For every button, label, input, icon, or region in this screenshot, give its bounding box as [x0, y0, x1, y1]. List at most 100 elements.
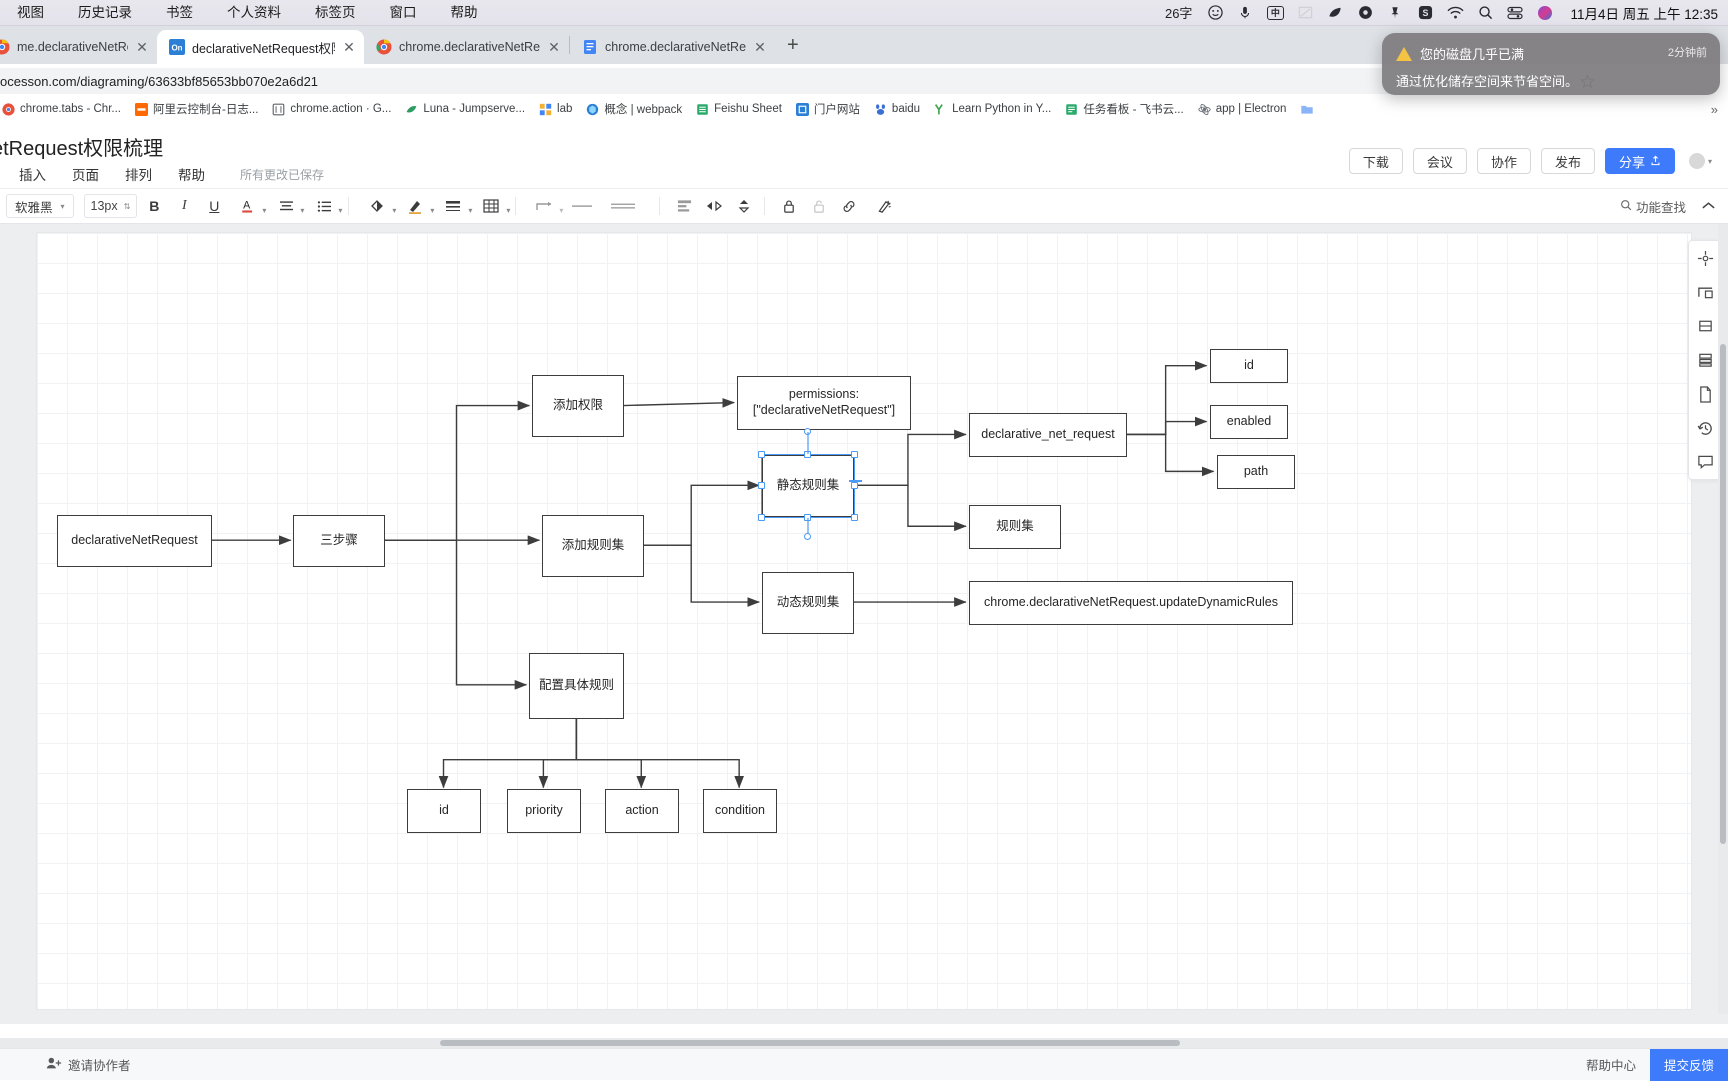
new-tab-button[interactable]: +: [775, 30, 811, 64]
control-center-icon[interactable]: [1500, 0, 1530, 26]
menu-help[interactable]: 帮助: [165, 164, 218, 184]
diagram-node[interactable]: priority: [507, 789, 581, 833]
bold-button[interactable]: B: [141, 193, 167, 219]
stepper-icon[interactable]: ⇅: [124, 202, 131, 211]
menubar-clock[interactable]: 11月4日 周五 上午 12:35: [1560, 3, 1718, 23]
wifi-icon[interactable]: [1440, 0, 1470, 26]
tab-close-icon[interactable]: ✕: [135, 39, 149, 56]
browser-tab-1[interactable]: On declarativeNetRequest权限梳理 ✕: [157, 30, 364, 64]
tab-close-icon[interactable]: ✕: [547, 39, 561, 56]
bookmark-item[interactable]: Feishu Sheet: [689, 103, 789, 116]
layers-icon[interactable]: [1692, 349, 1718, 371]
diagram-node[interactable]: 规则集: [969, 505, 1061, 549]
resize-handle-nw[interactable]: [758, 451, 765, 458]
menubar-item-view[interactable]: 视图: [0, 0, 61, 26]
menubar-item-history[interactable]: 历史记录: [61, 0, 149, 26]
page-title[interactable]: etRequest权限梳理: [0, 132, 163, 161]
text-color-button[interactable]: A ▾: [231, 193, 266, 219]
tab-close-icon[interactable]: ✕: [753, 39, 767, 56]
diagram-node[interactable]: 三步骤: [293, 515, 385, 567]
bookmark-item[interactable]: 阿里云控制台-日志...: [128, 101, 265, 117]
page-icon[interactable]: [1692, 383, 1718, 405]
diagram-node[interactable]: condition: [703, 789, 777, 833]
menu-insert[interactable]: 插入: [6, 164, 59, 184]
diagram-node[interactable]: declarative_net_request: [969, 413, 1127, 457]
line-straight-button[interactable]: [565, 193, 599, 219]
font-size-input[interactable]: 13px ⇅: [83, 194, 138, 218]
search-icon[interactable]: [1470, 0, 1500, 26]
resize-handle-w[interactable]: [758, 482, 765, 489]
resize-handle-ne[interactable]: [851, 451, 858, 458]
underline-button[interactable]: U: [201, 193, 227, 219]
resize-handle-se[interactable]: [851, 514, 858, 521]
bookmark-item[interactable]: 门户网站: [789, 101, 867, 117]
vertical-scrollbar-thumb[interactable]: [1720, 344, 1726, 844]
table-button[interactable]: ▾: [474, 193, 510, 219]
format-painter-icon[interactable]: [872, 193, 898, 219]
siri-icon[interactable]: [1530, 0, 1560, 26]
list-button[interactable]: ▾: [307, 193, 342, 219]
microphone-icon[interactable]: [1230, 0, 1260, 26]
crop-icon[interactable]: [1692, 315, 1718, 337]
flip-vertical-icon[interactable]: [731, 193, 757, 219]
layout-button[interactable]: [671, 193, 697, 219]
bookmarks-overflow-button[interactable]: »: [1711, 102, 1728, 117]
diagram-node[interactable]: enabled: [1210, 405, 1288, 439]
menubar-item-profile[interactable]: 个人资料: [210, 0, 298, 26]
diagram-node[interactable]: id: [407, 789, 481, 833]
system-notification[interactable]: 2分钟前 您的磁盘几乎已满 通过优化储存空间来节省空间。: [1382, 33, 1720, 95]
fill-color-button[interactable]: ▾: [360, 193, 396, 219]
diagram-canvas-area[interactable]: declarativeNetRequest 三步骤 添加权限 添加规则集 配置具…: [0, 224, 1728, 1024]
bookmark-item[interactable]: chrome.tabs - Chr...: [0, 102, 128, 116]
publish-button[interactable]: 发布: [1540, 148, 1595, 174]
invite-collaborator-button[interactable]: 邀请协作者: [0, 1055, 131, 1074]
download-button[interactable]: 下载: [1348, 148, 1403, 174]
browser-tab-3[interactable]: chrome.declarativeNetRequest ✕: [570, 30, 775, 64]
bookmark-item[interactable]: 任务看板 - 飞书云...: [1058, 101, 1190, 117]
diagram-node[interactable]: declarativeNetRequest: [57, 515, 212, 567]
chevron-up-icon[interactable]: [1694, 192, 1722, 220]
screenshot-icon[interactable]: [1290, 0, 1320, 26]
menu-arrange[interactable]: 排列: [112, 164, 165, 184]
italic-button[interactable]: I: [171, 193, 197, 219]
menubar-item-tabs[interactable]: 标签页: [298, 0, 373, 26]
frame-icon[interactable]: [1692, 281, 1718, 303]
vertical-scrollbar[interactable]: [1718, 224, 1728, 1014]
bookmark-folder-item[interactable]: [1293, 103, 1320, 116]
menubar-item-bookmarks[interactable]: 书签: [149, 0, 210, 26]
meeting-button[interactable]: 会议: [1412, 148, 1467, 174]
align-button[interactable]: ▾: [269, 193, 304, 219]
bookmark-item[interactable]: chrome.action · G...: [265, 103, 398, 116]
comment-icon[interactable]: [1692, 451, 1718, 473]
menubar-item-window[interactable]: 窗口: [373, 0, 434, 26]
bookmark-item[interactable]: lab: [532, 103, 579, 116]
horizontal-scrollbar[interactable]: [0, 1038, 1728, 1048]
menu-page[interactable]: 页面: [59, 164, 112, 184]
diagram-node[interactable]: 配置具体规则: [529, 653, 624, 719]
leaf-icon[interactable]: [1320, 0, 1350, 26]
crosshair-icon[interactable]: [1692, 247, 1718, 269]
bookmark-item[interactable]: app | Electron: [1191, 103, 1294, 116]
line-double-button[interactable]: [603, 193, 643, 219]
resize-handle-sw[interactable]: [758, 514, 765, 521]
link-icon[interactable]: [836, 193, 862, 219]
share-button[interactable]: 分享: [1604, 148, 1675, 174]
font-family-select[interactable]: 软雅黑 ▾: [6, 194, 74, 218]
line-style-button[interactable]: ▾: [436, 193, 472, 219]
diagram-node[interactable]: path: [1217, 455, 1295, 489]
collaborate-button[interactable]: 协作: [1476, 148, 1531, 174]
feedback-button[interactable]: 提交反馈: [1649, 1048, 1728, 1081]
browser-tab-0[interactable]: me.declarativeNetReques ✕: [0, 30, 157, 64]
s-app-icon[interactable]: S: [1410, 0, 1440, 26]
horizontal-scrollbar-thumb[interactable]: [440, 1040, 1180, 1046]
browser-tab-2[interactable]: chrome.declarativeNetRequest ✕: [364, 30, 569, 64]
at-icon[interactable]: [1350, 0, 1380, 26]
pin-icon[interactable]: [1380, 0, 1410, 26]
bookmark-item[interactable]: Learn Python in Y...: [927, 103, 1058, 116]
bottom-connect-handle[interactable]: [804, 533, 811, 540]
bookmark-item[interactable]: Luna - Jumpserve...: [398, 103, 532, 116]
tab-close-icon[interactable]: ✕: [342, 39, 356, 56]
flip-horizontal-icon[interactable]: [701, 193, 727, 219]
avatar[interactable]: ▾: [1688, 153, 1712, 169]
diagram-node[interactable]: 动态规则集: [762, 572, 854, 634]
